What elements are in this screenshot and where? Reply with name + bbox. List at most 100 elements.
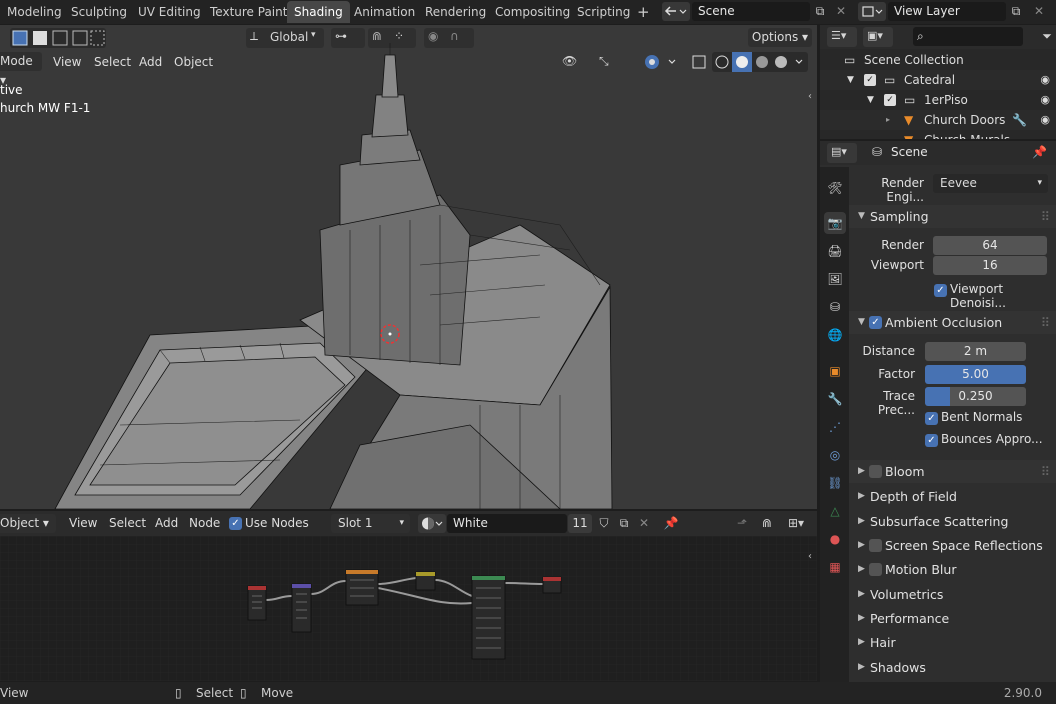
scene-name-field[interactable]: Scene <box>692 2 810 21</box>
tab-sculpting[interactable]: Sculpting <box>64 1 134 23</box>
dof-panel-header[interactable]: ▶ Depth of Field <box>849 485 1056 508</box>
render-engine-dropdown[interactable]: Eevee ▾ <box>933 174 1048 193</box>
tab-animation[interactable]: Animation <box>347 1 422 23</box>
shadows-panel-header[interactable]: ▶ Shadows <box>849 656 1056 679</box>
expand-arrow-icon[interactable]: ▼ <box>847 70 854 90</box>
3d-viewport[interactable]: ⟂ Global ▾ ⊶ ⋒ ⁘ ◉ ∩ Options ▾ Mode ▾ View… <box>0 25 817 509</box>
copy-view-layer-icon[interactable]: ⧉ <box>1007 2 1025 20</box>
menu-node[interactable]: Node <box>189 511 220 537</box>
data-tab-icon[interactable]: △ <box>824 500 846 522</box>
pin-icon[interactable]: 📌 <box>1032 145 1047 159</box>
shader-node-editor[interactable]: Object ▾ View Select Add Node ✓ Use Node… <box>0 511 817 681</box>
copy-scene-icon[interactable]: ⧉ <box>811 2 829 20</box>
ssr-panel-header[interactable]: ▶ Screen Space Reflections <box>849 534 1056 557</box>
ao-factor-slider[interactable]: 5.00 <box>925 365 1026 384</box>
bent-normals-checkbox[interactable]: ✓ <box>925 412 938 425</box>
new-material-icon[interactable]: ⧉ <box>615 514 633 532</box>
bloom-panel-header[interactable]: ▶ Bloom ⠿ <box>849 460 1056 483</box>
eye-icon[interactable]: ◉ <box>1040 110 1050 130</box>
drag-handle-icon[interactable]: ⠿ <box>1041 460 1050 483</box>
tab-modeling[interactable]: Modeling <box>0 1 69 23</box>
view-layer-field[interactable]: View Layer <box>888 2 1006 21</box>
use-nodes-checkbox[interactable]: ✓ <box>229 517 242 530</box>
view-layer-tab-icon[interactable]: 🖼 <box>824 268 846 290</box>
menu-add[interactable]: Add <box>155 511 178 537</box>
ao-enable-checkbox[interactable]: ✓ <box>869 316 882 329</box>
outliner-row-1erpiso[interactable]: ▼ ✓ ▭ 1erPiso ◉ <box>820 90 1056 110</box>
filter-icon[interactable]: ⏷ <box>1038 27 1056 45</box>
material-tab-icon[interactable]: ● <box>824 528 846 550</box>
drag-handle-icon[interactable]: ⠿ <box>1041 311 1050 334</box>
slot-dropdown[interactable]: Slot 1 ▾ <box>331 514 410 533</box>
drag-handle-icon[interactable]: ⠿ <box>1041 205 1050 228</box>
snap-toggle-icon[interactable]: ⋒ <box>758 514 776 532</box>
ao-distance-field[interactable]: 2 m <box>925 342 1026 361</box>
sampling-panel-header[interactable]: ▼ Sampling ⠿ <box>849 205 1056 228</box>
sidebar-toggle-icon[interactable]: ‹ <box>808 551 812 562</box>
tab-texture-paint[interactable]: Texture Paint <box>203 1 294 23</box>
material-name-field[interactable]: White <box>447 514 567 533</box>
render-tab-icon[interactable]: 📷 <box>824 212 846 234</box>
checkbox-icon[interactable]: ✓ <box>864 74 876 86</box>
display-mode-icon[interactable]: ▣▾ <box>863 27 893 47</box>
view-layer-browse-icon[interactable] <box>858 2 886 21</box>
menu-view[interactable]: View <box>69 511 97 537</box>
volumetrics-panel-header[interactable]: ▶ Volumetrics <box>849 583 1056 606</box>
particles-tab-icon[interactable]: ⋰ <box>824 416 846 438</box>
viewport-samples-field[interactable]: 16 <box>933 256 1047 275</box>
bloom-checkbox[interactable] <box>869 465 882 478</box>
world-tab-icon[interactable]: 🌐 <box>824 324 846 346</box>
tab-uv-editing[interactable]: UV Editing <box>131 1 208 23</box>
editor-type-icon[interactable]: ☰▾ <box>827 27 857 47</box>
eye-icon[interactable]: ◉ <box>1040 70 1050 90</box>
ssr-checkbox[interactable] <box>869 539 882 552</box>
tab-shading[interactable]: Shading <box>287 1 350 23</box>
tab-rendering[interactable]: Rendering <box>418 1 493 23</box>
tab-scripting[interactable]: Scripting <box>570 1 637 23</box>
pin-icon[interactable]: 📌 <box>662 514 680 532</box>
add-workspace-button[interactable]: + <box>630 1 657 23</box>
checkbox-icon[interactable]: ✓ <box>884 94 896 106</box>
fake-user-shield-icon[interactable]: ⛉ <box>595 514 613 532</box>
ao-panel-header[interactable]: ▼ ✓ Ambient Occlusion ⠿ <box>849 311 1056 334</box>
object-type-dropdown[interactable]: Object ▾ <box>0 514 56 533</box>
expand-arrow-icon[interactable]: ▸ <box>886 110 890 130</box>
close-icon[interactable]: ✕ <box>635 514 653 532</box>
sss-panel-header[interactable]: ▶ Subsurface Scattering <box>849 510 1056 533</box>
outliner-row-scene-collection[interactable]: ▭ Scene Collection <box>820 50 1056 70</box>
tab-compositing[interactable]: Compositing <box>488 1 577 23</box>
output-tab-icon[interactable]: 🖨 <box>824 240 846 262</box>
menu-select[interactable]: Select <box>109 511 146 537</box>
motion-blur-panel-header[interactable]: ▶ Motion Blur <box>849 558 1056 581</box>
bounces-approx-checkbox[interactable]: ✓ <box>925 434 938 447</box>
wrench-icon[interactable]: 🔧 <box>1012 110 1027 130</box>
scene-browse-icon[interactable] <box>662 2 690 21</box>
physics-tab-icon[interactable]: ◎ <box>824 444 846 466</box>
close-icon[interactable]: ✕ <box>1030 2 1048 20</box>
modifier-tab-icon[interactable]: 🔧 <box>824 388 846 410</box>
outliner-row-catedral[interactable]: ▼ ✓ ▭ Catedral ◉ <box>820 70 1056 90</box>
sidebar-toggle-icon[interactable]: ‹ <box>808 91 812 102</box>
constraints-tab-icon[interactable]: ⛓ <box>824 472 846 494</box>
tool-tab-icon[interactable]: 🛠 <box>824 177 846 199</box>
editor-type-icon[interactable]: ▤▾ <box>827 143 857 163</box>
texture-tab-icon[interactable]: ▦ <box>824 556 846 578</box>
motion-blur-checkbox[interactable] <box>869 563 882 576</box>
performance-panel-header[interactable]: ▶ Performance <box>849 607 1056 630</box>
outliner-row-church-doors[interactable]: ▸ ▼ Church Doors 🔧 ◉ <box>820 110 1056 130</box>
parent-node-tree-icon[interactable]: ⬏ <box>733 514 751 532</box>
eye-icon[interactable]: ◉ <box>1040 90 1050 110</box>
ao-trace-precision-slider[interactable]: 0.250 <box>925 387 1026 406</box>
close-icon[interactable]: ✕ <box>832 2 850 20</box>
render-samples-field[interactable]: 64 <box>933 236 1047 255</box>
snap-element-icon[interactable]: ⊞▾ <box>783 514 809 532</box>
object-tab-icon[interactable]: ▣ <box>824 360 846 382</box>
material-users-count[interactable]: 11 <box>568 514 592 533</box>
material-browse-icon[interactable] <box>418 514 446 533</box>
hair-panel-header[interactable]: ▶ Hair <box>849 631 1056 654</box>
viewport-denoise-checkbox[interactable]: ✓ <box>934 284 947 297</box>
outliner-search-input[interactable]: ⌕ <box>913 27 1023 46</box>
scene-tab-icon[interactable]: ⛁ <box>824 296 846 318</box>
outliner-row-church-murals[interactable]: ▼ Church Murals <box>820 130 1056 139</box>
expand-arrow-icon[interactable]: ▼ <box>867 90 874 110</box>
